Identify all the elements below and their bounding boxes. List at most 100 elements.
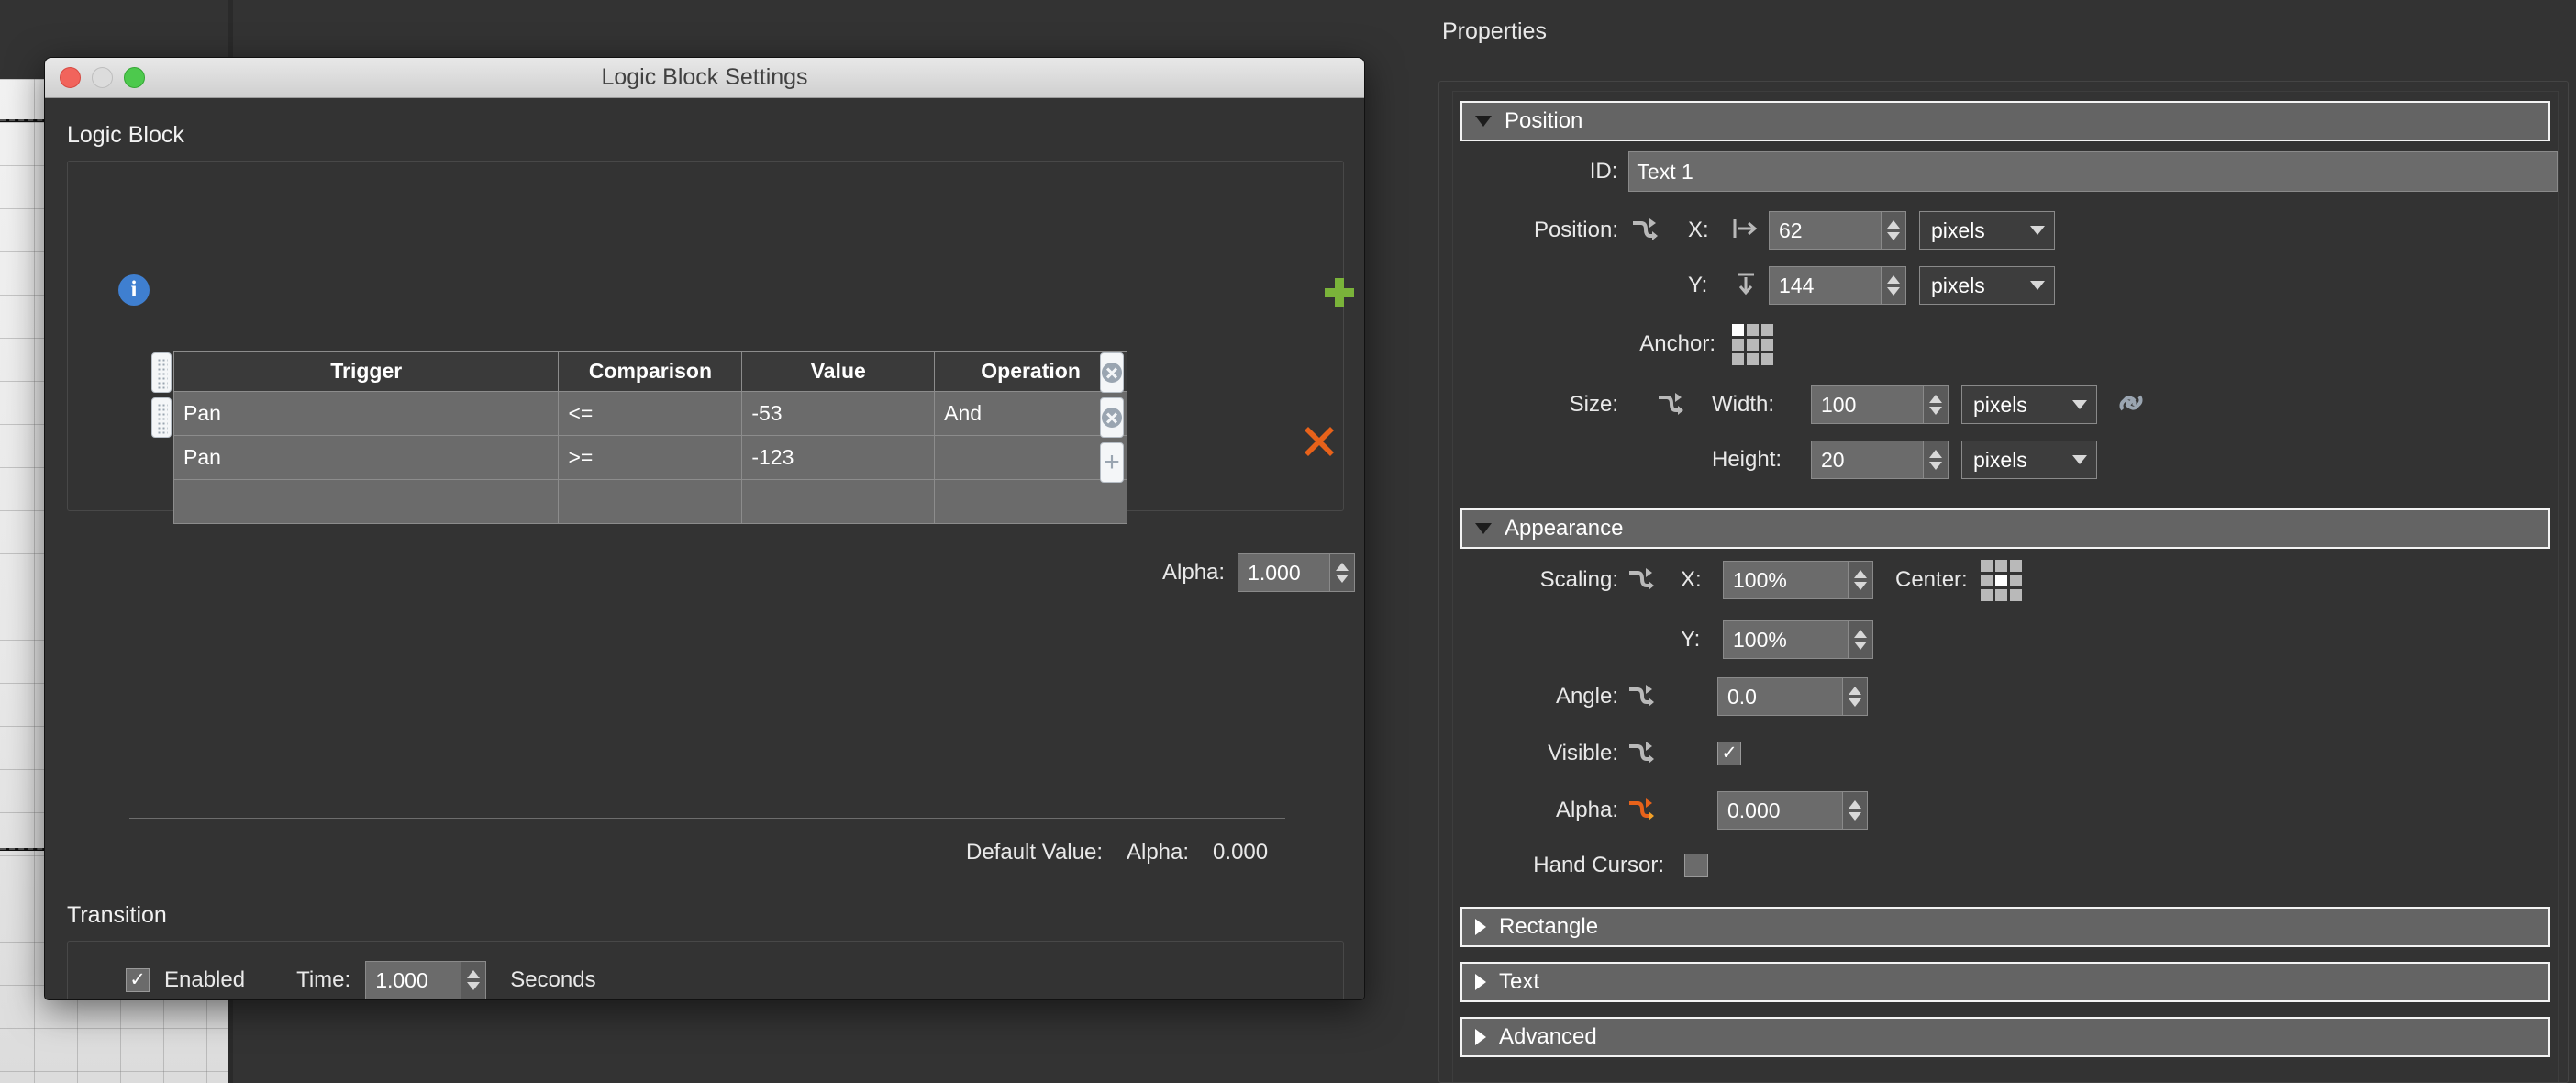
- logic-link-icon[interactable]: [1626, 740, 1657, 767]
- spinner-up-icon[interactable]: [1849, 800, 1861, 809]
- spinner-down-icon[interactable]: [1854, 582, 1867, 590]
- section-header-rectangle[interactable]: Rectangle: [1460, 907, 2550, 947]
- position-x-spinner[interactable]: [1881, 211, 1906, 250]
- height-input[interactable]: 20: [1811, 441, 1923, 479]
- id-input[interactable]: Text 1: [1628, 151, 2558, 192]
- add-row-button[interactable]: +: [1100, 442, 1124, 483]
- cell-trigger[interactable]: [172, 479, 560, 524]
- transition-time-spinner[interactable]: [461, 961, 487, 999]
- spinner-up-icon[interactable]: [1887, 275, 1900, 284]
- scale-y-stepper[interactable]: 100%: [1723, 620, 1873, 659]
- center-grid[interactable]: [1980, 559, 2022, 601]
- dialog-titlebar[interactable]: Logic Block Settings: [45, 58, 1364, 98]
- section-header-appearance[interactable]: Appearance: [1460, 508, 2550, 549]
- cell-comparison[interactable]: >=: [558, 435, 743, 480]
- cell-operation[interactable]: [934, 435, 1127, 480]
- angle-spinner[interactable]: [1842, 677, 1868, 716]
- center-cell-6[interactable]: [1980, 588, 1993, 601]
- width-input[interactable]: 100: [1811, 385, 1923, 424]
- cell-comparison[interactable]: [558, 479, 743, 524]
- angle-stepper[interactable]: 0.0: [1717, 677, 1868, 716]
- cell-trigger[interactable]: Pan: [172, 391, 560, 436]
- cell-operation[interactable]: And: [934, 391, 1127, 436]
- logic-link-icon[interactable]: [1626, 566, 1657, 594]
- spinner-up-icon[interactable]: [1336, 563, 1349, 571]
- height-units-select[interactable]: pixels: [1961, 441, 2097, 479]
- table-row[interactable]: Pan >= -123: [172, 435, 1127, 480]
- center-cell-2[interactable]: [2009, 559, 2022, 572]
- width-units-select[interactable]: pixels: [1961, 385, 2097, 424]
- cell-value[interactable]: -53: [741, 391, 936, 436]
- position-x-units-select[interactable]: pixels: [1919, 211, 2055, 250]
- cell-comparison[interactable]: <=: [558, 391, 743, 436]
- scale-x-input[interactable]: 100%: [1723, 561, 1848, 599]
- scale-x-spinner[interactable]: [1848, 561, 1873, 599]
- row-drag-handle[interactable]: [151, 352, 172, 393]
- alpha-spinner[interactable]: [1842, 791, 1868, 830]
- alpha-stepper[interactable]: 0.000: [1717, 791, 1868, 830]
- scale-y-spinner[interactable]: [1848, 620, 1873, 659]
- table-row-empty[interactable]: [172, 479, 1127, 524]
- position-y-spinner[interactable]: [1881, 266, 1906, 305]
- table-row[interactable]: Pan <= -53 And: [172, 391, 1127, 436]
- spinner-up-icon[interactable]: [1854, 570, 1867, 578]
- height-spinner[interactable]: [1923, 441, 1949, 479]
- center-cell-4[interactable]: [1994, 574, 2007, 586]
- anchor-grid[interactable]: [1732, 323, 1773, 365]
- remove-row-button[interactable]: [1100, 352, 1124, 393]
- section-header-advanced[interactable]: Advanced: [1460, 1017, 2550, 1057]
- anchor-cell-4[interactable]: [1747, 338, 1759, 351]
- anchor-cell-1[interactable]: [1747, 323, 1759, 336]
- height-stepper[interactable]: 20: [1811, 441, 1949, 479]
- spinner-up-icon[interactable]: [1854, 630, 1867, 638]
- logic-link-icon[interactable]: [1626, 683, 1657, 710]
- visible-checkbox[interactable]: ✓: [1717, 742, 1741, 765]
- center-cell-5[interactable]: [2009, 574, 2022, 586]
- alpha-input[interactable]: 1.000: [1238, 553, 1330, 592]
- center-cell-0[interactable]: [1980, 559, 1993, 572]
- alpha-stepper[interactable]: 1.000: [1238, 553, 1356, 592]
- logic-link-icon[interactable]: [1655, 391, 1686, 419]
- anchor-cell-3[interactable]: [1732, 338, 1744, 351]
- anchor-cell-5[interactable]: [1761, 338, 1773, 351]
- row-drag-handle[interactable]: [151, 397, 172, 438]
- anchor-cell-8[interactable]: [1761, 352, 1773, 365]
- center-cell-8[interactable]: [2009, 588, 2022, 601]
- add-plus-icon[interactable]: [1322, 275, 1357, 310]
- cell-value[interactable]: -123: [741, 435, 936, 480]
- spinner-down-icon[interactable]: [1887, 232, 1900, 240]
- spinner-down-icon[interactable]: [467, 982, 481, 990]
- spinner-up-icon[interactable]: [1887, 220, 1900, 229]
- position-y-stepper[interactable]: 144: [1769, 266, 1906, 305]
- section-header-text[interactable]: Text: [1460, 962, 2550, 1002]
- spinner-up-icon[interactable]: [1929, 395, 1942, 403]
- info-icon[interactable]: i: [118, 274, 150, 306]
- delete-x-icon[interactable]: [1302, 424, 1337, 459]
- column-header-comparison[interactable]: Comparison: [558, 351, 743, 392]
- anchor-cell-2[interactable]: [1761, 323, 1773, 336]
- position-x-input[interactable]: 62: [1769, 211, 1881, 250]
- center-cell-3[interactable]: [1980, 574, 1993, 586]
- logic-link-icon-active[interactable]: [1626, 797, 1657, 824]
- spinner-down-icon[interactable]: [1336, 575, 1349, 583]
- chain-link-icon[interactable]: [2117, 389, 2145, 421]
- logic-link-icon[interactable]: [1629, 217, 1660, 244]
- center-cell-7[interactable]: [1994, 588, 2007, 601]
- position-x-stepper[interactable]: 62: [1769, 211, 1906, 250]
- position-y-units-select[interactable]: pixels: [1919, 266, 2055, 305]
- anchor-cell-6[interactable]: [1732, 352, 1744, 365]
- spinner-down-icon[interactable]: [1929, 407, 1942, 415]
- cell-value[interactable]: [741, 479, 936, 524]
- spinner-down-icon[interactable]: [1854, 642, 1867, 650]
- anchor-cell-0[interactable]: [1732, 323, 1744, 336]
- scale-x-stepper[interactable]: 100%: [1723, 561, 1873, 599]
- anchor-cell-7[interactable]: [1747, 352, 1759, 365]
- column-header-operation[interactable]: Operation: [934, 351, 1127, 392]
- spinner-down-icon[interactable]: [1849, 812, 1861, 821]
- hand-cursor-checkbox[interactable]: ✓: [1684, 854, 1708, 877]
- alpha-input[interactable]: 0.000: [1717, 791, 1842, 830]
- spinner-up-icon[interactable]: [467, 970, 481, 978]
- alpha-spinner[interactable]: [1329, 553, 1356, 592]
- cell-operation[interactable]: [934, 479, 1127, 524]
- spinner-down-icon[interactable]: [1929, 462, 1942, 470]
